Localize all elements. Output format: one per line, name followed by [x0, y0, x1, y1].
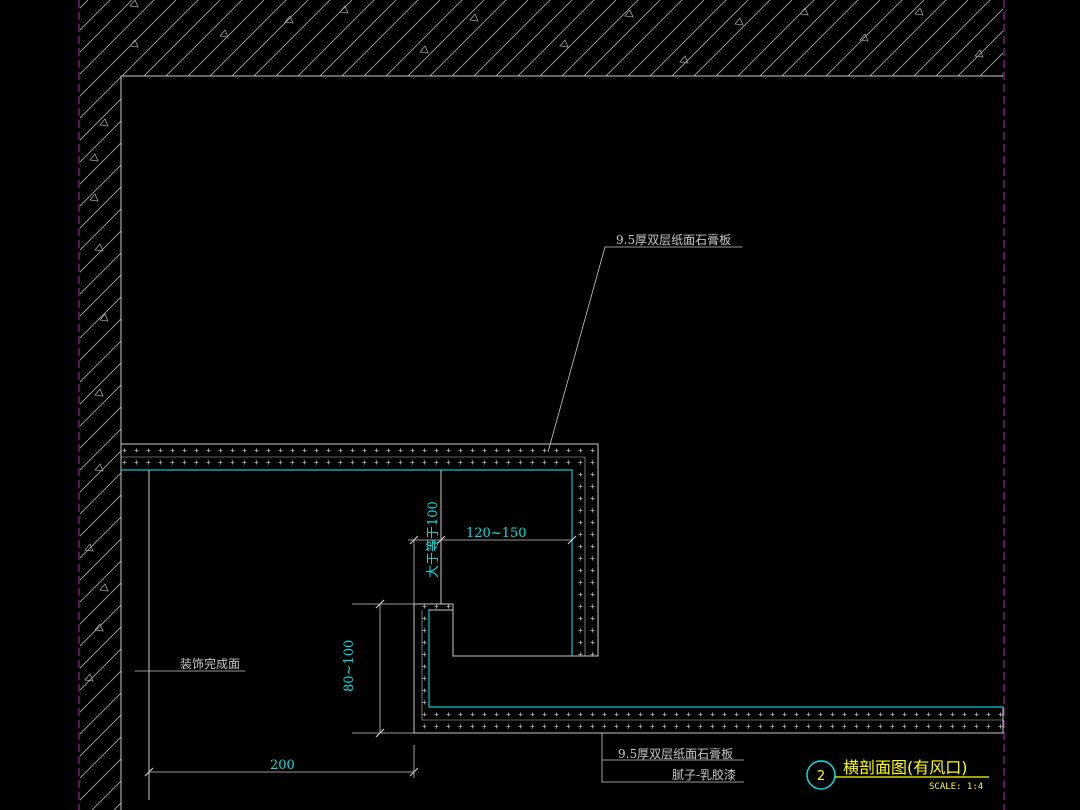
wall-face [120, 75, 1003, 810]
dim-horizontal-range: 120~150 [466, 526, 527, 541]
paint-note: 腻子-乳胶漆 [672, 767, 736, 782]
lower-gypsum-board [413, 603, 1004, 734]
title-block: 2 横剖面图(有风口) SCALE: 1:4 [806, 758, 989, 792]
concrete-wall [80, 0, 1003, 810]
upper-gypsum-board [120, 443, 599, 657]
top-board-note: 9.5厚双层纸面石膏板 [616, 232, 731, 247]
vent-recess [440, 470, 572, 657]
finish-surface-note: 装饰完成面 [180, 656, 240, 671]
drawing-scale: SCALE: 1:4 [929, 782, 983, 792]
dim-left-offset: 200 [270, 758, 295, 773]
aggregate-marks [84, 0, 984, 682]
dim-vent-height: 80~100 [342, 640, 357, 692]
title-number: 2 [817, 769, 825, 784]
dim-vertical-min: 大于等于100 [425, 501, 441, 578]
drawing-title: 横剖面图(有风口) [843, 758, 968, 777]
bottom-board-note: 9.5厚双层纸面石膏板 [618, 746, 733, 761]
drawing-boundary [78, 0, 1005, 810]
section-drawing: + [78, 0, 1005, 810]
